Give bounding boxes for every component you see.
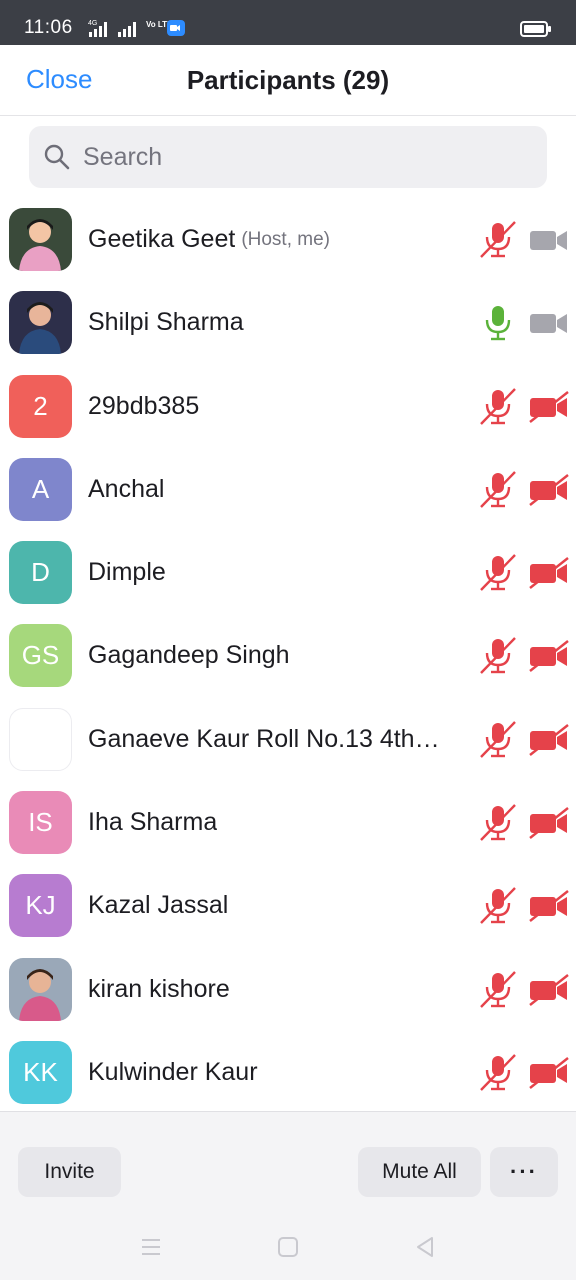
video-off-icon[interactable] — [528, 973, 570, 1006]
participant-row[interactable]: KK Kulwinder Kaur — [0, 1031, 576, 1114]
status-bar: 11:06 4G Vo LTE — [0, 0, 576, 45]
participant-name-wrap: Gagandeep Singh — [88, 614, 458, 697]
participant-name: Kazal Jassal — [88, 891, 229, 920]
mic-muted-icon[interactable] — [478, 885, 518, 925]
avatar: D — [9, 541, 72, 605]
avatar: GS — [9, 624, 72, 688]
mic-muted-icon[interactable] — [478, 552, 518, 592]
participant-row[interactable]: D Dimple — [0, 531, 576, 614]
avatar: KJ — [9, 874, 72, 938]
participant-row[interactable]: KJ Kazal Jassal — [0, 864, 576, 947]
video-off-icon[interactable] — [528, 807, 570, 840]
menu-icon[interactable] — [138, 1234, 164, 1260]
participant-row[interactable]: 2 29bdb385 — [0, 365, 576, 448]
participant-name: Gagandeep Singh — [88, 641, 290, 670]
avatar — [9, 208, 72, 271]
video-off-icon[interactable] — [528, 557, 570, 590]
participants-screen: 11:06 4G Vo LTE Close Participants (29) — [0, 0, 576, 1280]
mic-muted-icon[interactable] — [478, 219, 518, 259]
participant-row[interactable]: GS Gagandeep Singh — [0, 614, 576, 697]
mic-muted-icon[interactable] — [478, 469, 518, 509]
mic-active-icon[interactable] — [478, 302, 518, 342]
signal-icon: 4G Vo LTE — [88, 20, 185, 37]
video-off-icon[interactable] — [528, 1057, 570, 1089]
participant-name-wrap: kiran kishore — [88, 948, 458, 1031]
mic-muted-icon[interactable] — [478, 802, 518, 842]
mic-muted-icon[interactable] — [478, 386, 518, 426]
page-title: Participants (29) — [186, 65, 390, 95]
participant-name: Ganaeve Kaur Roll No.13 4th… — [88, 724, 440, 753]
avatar: IS — [9, 791, 72, 855]
participant-row[interactable]: IS Iha Sharma — [0, 781, 576, 864]
video-off-icon[interactable] — [528, 640, 570, 673]
participant-row[interactable]: kiran kishore — [0, 948, 576, 1031]
mic-muted-icon[interactable] — [478, 1052, 518, 1092]
footer-toolbar: Invite Mute All ··· — [0, 1111, 576, 1280]
invite-button[interactable]: Invite — [18, 1147, 121, 1197]
participant-row[interactable]: Geetika Geet (Host, me) — [0, 198, 576, 281]
participant-name-wrap: Iha Sharma — [88, 781, 458, 864]
participants-list: Geetika Geet (Host, me) Shilpi Sharma 2 29bd… — [0, 198, 576, 1114]
avatar — [9, 957, 72, 1021]
avatar — [9, 707, 72, 771]
participant-row[interactable]: Shilpi Sharma — [0, 281, 576, 364]
participant-name-wrap: Geetika Geet (Host, me) — [88, 198, 458, 281]
mic-muted-icon[interactable] — [478, 969, 518, 1009]
video-off-icon[interactable] — [528, 890, 570, 923]
home-icon[interactable] — [275, 1234, 301, 1260]
mic-muted-icon[interactable] — [478, 719, 518, 759]
participant-name: Shilpi Sharma — [88, 308, 244, 337]
participant-row[interactable]: A Anchal — [0, 448, 576, 531]
video-on-icon[interactable] — [528, 224, 570, 256]
participant-name: Dimple — [88, 558, 166, 587]
search-icon — [44, 144, 70, 170]
participant-name-wrap: Ganaeve Kaur Roll No.13 4th… — [88, 698, 458, 781]
mic-muted-icon[interactable] — [478, 635, 518, 675]
video-on-icon[interactable] — [528, 307, 570, 339]
status-time: 11:06 — [24, 17, 73, 38]
participant-name: Geetika Geet — [88, 225, 236, 253]
avatar: 2 — [9, 374, 72, 438]
back-icon[interactable] — [412, 1234, 438, 1260]
participant-name-wrap: Shilpi Sharma — [88, 281, 458, 364]
participant-name: Iha Sharma — [88, 808, 218, 837]
participant-name-wrap: Kulwinder Kaur — [88, 1031, 458, 1114]
video-off-icon[interactable] — [528, 723, 570, 756]
participant-name-wrap: Kazal Jassal — [88, 864, 458, 947]
avatar: KK — [9, 1040, 72, 1104]
participant-name-wrap: 29bdb385 — [88, 365, 458, 448]
participant-role: (Host, me) — [241, 228, 330, 250]
avatar: A — [9, 457, 72, 521]
participant-name: Kulwinder Kaur — [88, 1057, 258, 1086]
video-off-icon[interactable] — [528, 390, 570, 423]
mute-all-button[interactable]: Mute All — [358, 1147, 481, 1197]
network-type-label: 4G — [88, 20, 97, 27]
participant-name: Anchal — [88, 474, 165, 503]
search-box[interactable] — [29, 126, 547, 188]
avatar — [9, 291, 72, 355]
participant-name-wrap: Anchal — [88, 448, 458, 531]
participant-name: 29bdb385 — [88, 391, 200, 420]
android-nav-bar — [0, 1224, 576, 1268]
more-options-button[interactable]: ··· — [490, 1147, 558, 1197]
participant-name: kiran kishore — [88, 974, 230, 1003]
search-input[interactable] — [83, 126, 523, 188]
battery-icon — [520, 21, 551, 37]
participant-row[interactable]: Ganaeve Kaur Roll No.13 4th… — [0, 698, 576, 781]
participant-name-wrap: Dimple — [88, 531, 458, 614]
video-off-icon[interactable] — [528, 473, 570, 506]
header: Close Participants (29) — [0, 45, 576, 116]
